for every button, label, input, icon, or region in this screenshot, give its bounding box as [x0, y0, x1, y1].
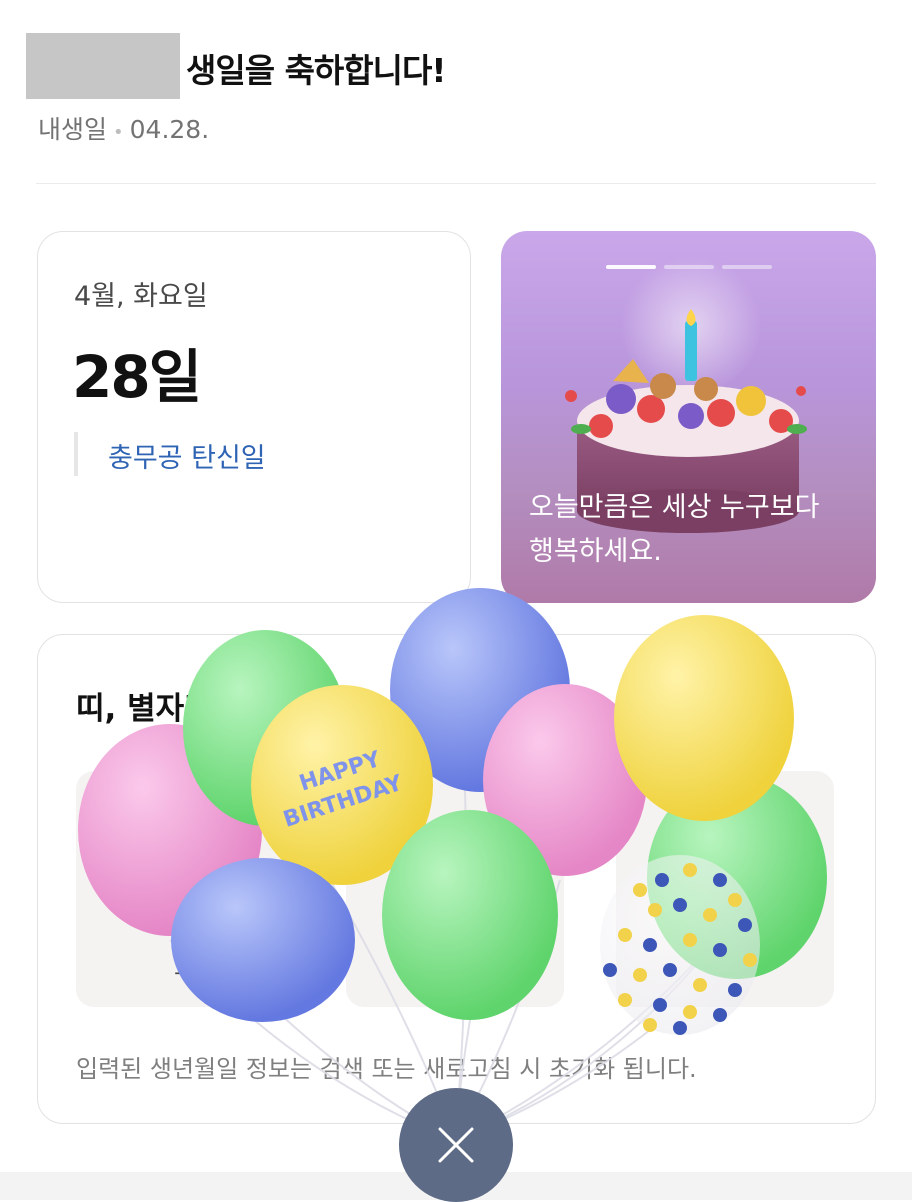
balloon-green-center	[382, 810, 558, 1020]
balloon-overlay: HAPPY BIRTHDAY	[78, 588, 827, 1141]
balloon-blue-bottom-left	[171, 858, 355, 1022]
close-button[interactable]	[399, 1088, 513, 1202]
close-icon	[438, 1127, 474, 1163]
balloon-yellow-right	[614, 615, 794, 821]
balloon-confetti	[600, 855, 760, 1035]
